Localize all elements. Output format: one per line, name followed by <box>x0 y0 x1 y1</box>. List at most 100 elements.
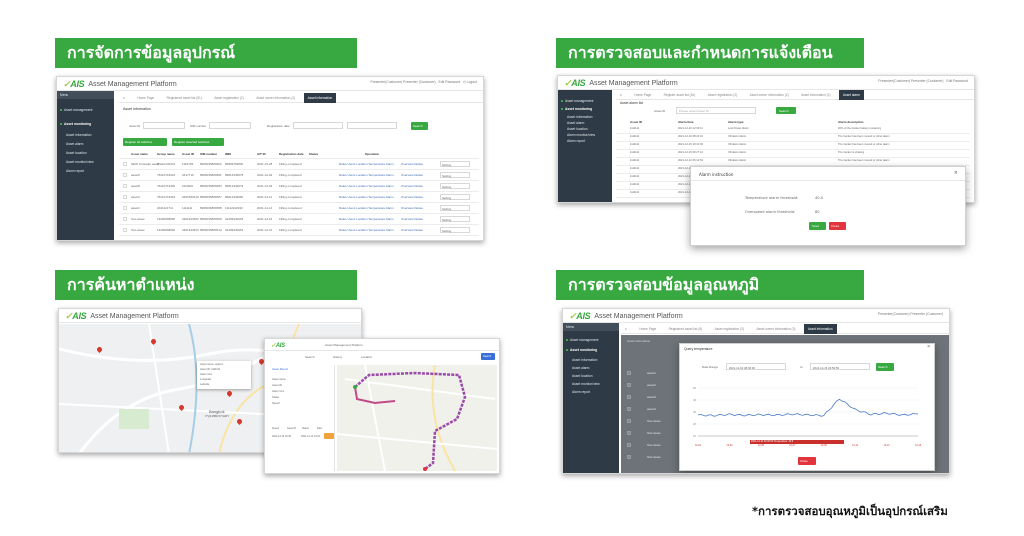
sidebar-item-asset-management[interactable]: Asset management <box>566 337 598 343</box>
row-checkbox[interactable] <box>123 173 127 177</box>
sidebar-item-asset-monitor[interactable]: Asset monitor/view <box>66 159 94 165</box>
filter-extra-input[interactable] <box>347 122 397 129</box>
row-operation-links[interactable]: Rules Users Location Temperature Alarm <box>339 173 394 177</box>
close-button[interactable]: Close <box>798 457 816 465</box>
row-operation-links[interactable]: Rules Users Location Temperature Alarm <box>339 228 394 232</box>
sidebar-item-asset-location[interactable]: Asset location <box>66 150 87 156</box>
sidebar-item-alarm-report[interactable]: Alarm report <box>572 389 590 395</box>
row-overview-links[interactable]: Overview Delete <box>401 184 423 188</box>
tab-registered-assets[interactable]: Registered asset list (51) <box>163 93 206 103</box>
row-overview-links[interactable]: Overview Delete <box>401 217 423 221</box>
row-overview-links[interactable]: Overview Delete <box>401 228 423 232</box>
row-checkbox[interactable] <box>627 371 631 375</box>
tab-asset-information[interactable]: Asset information <box>803 324 837 334</box>
tab-registered-assets[interactable]: Register asset list (51) <box>660 90 700 100</box>
tab-registered-assets[interactable]: Registered asset list (8) <box>665 324 706 334</box>
row-checkbox[interactable] <box>123 217 127 221</box>
tab-bar: ≡ Home Page Registered asset list (51) A… <box>119 93 483 103</box>
sidebar-item-asset-alarm[interactable]: Asset alarm <box>66 141 83 147</box>
row-checkbox[interactable] <box>627 395 631 399</box>
sidebar-item-asset-management[interactable]: Asset management <box>60 107 92 113</box>
row-overview-links[interactable]: Overview Delete <box>401 206 423 210</box>
row-checkbox[interactable] <box>627 431 631 435</box>
row-checkbox[interactable] <box>627 383 631 387</box>
sidebar-item-asset-information[interactable]: Asset information <box>572 357 597 363</box>
filter-asset-id-select[interactable]: Please select Asset ID <box>676 107 756 114</box>
row-operation-links[interactable]: Rules Users Location Temperature Alarm <box>339 206 394 210</box>
row-checkbox[interactable] <box>627 419 631 423</box>
tab-asset-registration[interactable]: Asset registration (2) <box>704 90 741 100</box>
row-setting-select[interactable]: Setting <box>440 194 470 200</box>
tab-asset-registration[interactable]: Asset registration (2) <box>711 324 748 334</box>
tab-asset-alarm[interactable]: Asset alarm <box>838 90 864 100</box>
tab-home[interactable]: Home Page <box>133 93 158 103</box>
overspeed-threshold-value[interactable]: 80 <box>815 210 820 214</box>
sidebar-item-alarm-report[interactable]: Alarm report <box>66 168 84 174</box>
row-setting-select[interactable]: Setting <box>440 172 470 178</box>
table-cell: 11112222333 <box>225 206 243 210</box>
row-checkbox[interactable] <box>627 443 631 447</box>
tab-home[interactable]: Home Page <box>635 324 660 334</box>
sidebar-item-asset-alarm[interactable]: Asset alarm <box>572 365 589 371</box>
sidebar-item-alarm-report[interactable]: Alarm report <box>567 138 585 144</box>
sidebar-item-asset-monitoring[interactable]: Asset monitoring <box>561 106 592 112</box>
register-selected-button[interactable]: Register selected switches <box>172 138 224 146</box>
menu-header[interactable]: Menu <box>563 323 619 331</box>
row-operation-links[interactable]: Rules Users Location Temperature Alarm <box>339 184 394 188</box>
tab-home[interactable]: Home Page <box>630 90 655 100</box>
row-overview-links[interactable]: Overview Delete <box>401 162 423 166</box>
search-button[interactable]: Search <box>776 107 796 114</box>
app-title: Asset Management Platform <box>88 80 177 88</box>
row-setting-select[interactable]: Setting <box>440 227 470 233</box>
tab-asset-registration[interactable]: Asset registration (2) <box>210 93 247 103</box>
tab-menu-icon[interactable]: ≡ <box>616 90 626 100</box>
row-setting-select[interactable]: Setting <box>440 216 470 222</box>
header-user-area[interactable]: Presenter(Customer) Presenter (Customer) <box>878 312 943 316</box>
tab-asset-owner[interactable]: Asset owner information (2) <box>252 93 299 103</box>
row-checkbox[interactable] <box>123 195 127 199</box>
x-tick-label: 12-09 <box>821 444 828 447</box>
row-setting-select[interactable]: Setting <box>440 205 470 211</box>
filter-asset-id-input[interactable] <box>143 122 185 129</box>
row-overview-links[interactable]: Overview Delete <box>401 173 423 177</box>
tab-asset-information[interactable]: Asset information (2) <box>797 90 834 100</box>
tab-menu-icon[interactable]: ≡ <box>119 93 129 103</box>
row-checkbox[interactable] <box>627 407 631 411</box>
row-checkbox[interactable] <box>123 206 127 210</box>
row-overview-links[interactable]: Overview Delete <box>401 195 423 199</box>
tab-asset-information[interactable]: Asset information <box>303 93 337 103</box>
tab-asset-owner[interactable]: Asset owner information (2) <box>746 90 793 100</box>
row-checkbox[interactable] <box>123 162 127 166</box>
table-cell: 4361493452 <box>182 217 199 221</box>
row-operation-links[interactable]: Rules Users Location Temperature Alarm <box>339 217 394 221</box>
row-checkbox[interactable] <box>123 184 127 188</box>
sidebar-item-asset-information[interactable]: Asset information <box>66 132 91 138</box>
search-button[interactable]: Search <box>411 122 428 130</box>
menu-header[interactable]: Menu <box>57 91 114 99</box>
route-map[interactable] <box>265 339 500 474</box>
sidebar-item-asset-location[interactable]: Asset location <box>572 373 593 379</box>
tab-asset-owner[interactable]: Asset owner information (3) <box>752 324 799 334</box>
sidebar-item-asset-monitor[interactable]: Asset monitor/view <box>572 381 600 387</box>
row-checkbox[interactable] <box>627 455 631 459</box>
tab-menu-icon[interactable]: ≡ <box>621 324 631 334</box>
temperature-threshold-value[interactable]: 40.0 <box>815 196 823 200</box>
register-all-button[interactable]: Register all switches <box>123 138 167 146</box>
row-operation-links[interactable]: Rules Users Location Temperature Alarm <box>339 195 394 199</box>
x-tick-label: 12-15 <box>915 444 922 447</box>
header-user-area[interactable]: Presenter(Customer) Presenter (Customer)… <box>878 79 968 83</box>
filter-sim-input[interactable] <box>209 122 251 129</box>
sidebar-item-asset-monitoring[interactable]: Asset monitoring <box>60 121 91 127</box>
row-operation-links[interactable]: Rules Users Location Temperature Alarm <box>339 162 394 166</box>
table-cell: 2021-12-14 06:12:54 <box>678 159 703 162</box>
modal-close-icon[interactable]: × <box>954 170 958 176</box>
row-setting-select[interactable]: Setting <box>440 183 470 189</box>
row-setting-select[interactable]: Setting <box>440 161 470 167</box>
header-user-area[interactable]: Presenter(Customer) Presenter (Customer)… <box>370 80 477 84</box>
sidebar-item-asset-monitoring[interactable]: Asset monitoring <box>566 347 597 353</box>
row-checkbox[interactable] <box>123 228 127 232</box>
filter-date-input[interactable] <box>293 122 343 129</box>
save-button[interactable]: Save <box>809 222 826 230</box>
close-button[interactable]: Close <box>829 222 846 230</box>
sidebar-item-asset-management[interactable]: Asset management <box>561 98 593 104</box>
